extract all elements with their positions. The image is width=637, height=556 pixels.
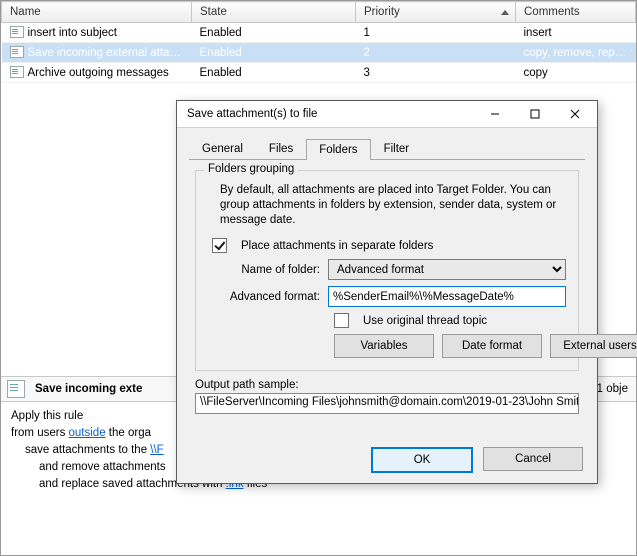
advanced-format-label: Advanced format: xyxy=(208,291,320,303)
date-format-button[interactable]: Date format xyxy=(442,334,542,358)
tab-files[interactable]: Files xyxy=(256,138,306,159)
group-help: By default, all attachments are placed i… xyxy=(220,183,566,228)
folders-grouping-group: Folders grouping By default, all attachm… xyxy=(195,170,579,371)
save-attachments-dialog: Save attachment(s) to file GeneralFilesF… xyxy=(176,100,598,484)
original-thread-label: Use original thread topic xyxy=(363,315,487,327)
col-priority[interactable]: Priority xyxy=(356,2,516,23)
tab-general[interactable]: General xyxy=(189,138,256,159)
separate-folders-checkbox[interactable] xyxy=(212,238,227,253)
col-name[interactable]: Name xyxy=(2,2,192,23)
rule-icon xyxy=(10,46,24,58)
object-count: 1 obje xyxy=(597,383,628,395)
ok-button[interactable]: OK xyxy=(371,447,473,473)
maximize-button[interactable] xyxy=(515,103,555,125)
rule-icon xyxy=(10,66,24,78)
rules-table[interactable]: Name State Priority Comments insert into… xyxy=(1,1,636,83)
advanced-format-input[interactable] xyxy=(328,286,566,307)
dialog-title: Save attachment(s) to file xyxy=(187,108,475,120)
sort-asc-icon xyxy=(501,10,509,15)
tab-filter[interactable]: Filter xyxy=(371,138,423,159)
name-of-folder-label: Name of folder: xyxy=(208,264,320,276)
output-path-label: Output path sample: xyxy=(195,379,579,391)
table-row[interactable]: insert into subjectEnabled1insert xyxy=(2,23,636,43)
tab-folders[interactable]: Folders xyxy=(306,139,370,160)
cancel-button[interactable]: Cancel xyxy=(483,447,583,471)
rule-icon xyxy=(10,26,24,38)
separate-folders-label: Place attachments in separate folders xyxy=(241,240,433,252)
selected-rule-title: Save incoming exte xyxy=(35,383,142,395)
original-thread-checkbox[interactable] xyxy=(334,313,349,328)
table-row[interactable]: Archive outgoing messagesEnabled3copy xyxy=(2,63,636,83)
variables-button[interactable]: Variables xyxy=(334,334,434,358)
minimize-button[interactable] xyxy=(475,103,515,125)
close-button[interactable] xyxy=(555,103,595,125)
table-row[interactable]: Save incoming external attach...Enabled2… xyxy=(2,43,636,63)
link-path[interactable]: \\F xyxy=(150,444,163,456)
name-of-folder-select[interactable]: Advanced format xyxy=(328,259,566,280)
col-state[interactable]: State xyxy=(192,2,356,23)
output-path-sample: \\FileServer\Incoming Files\johnsmith@do… xyxy=(195,393,579,414)
rule-icon xyxy=(7,380,25,398)
group-legend: Folders grouping xyxy=(204,163,298,175)
col-comments[interactable]: Comments xyxy=(516,2,636,23)
external-users-button[interactable]: External users xyxy=(550,334,637,358)
link-scope[interactable]: outside xyxy=(69,427,106,439)
